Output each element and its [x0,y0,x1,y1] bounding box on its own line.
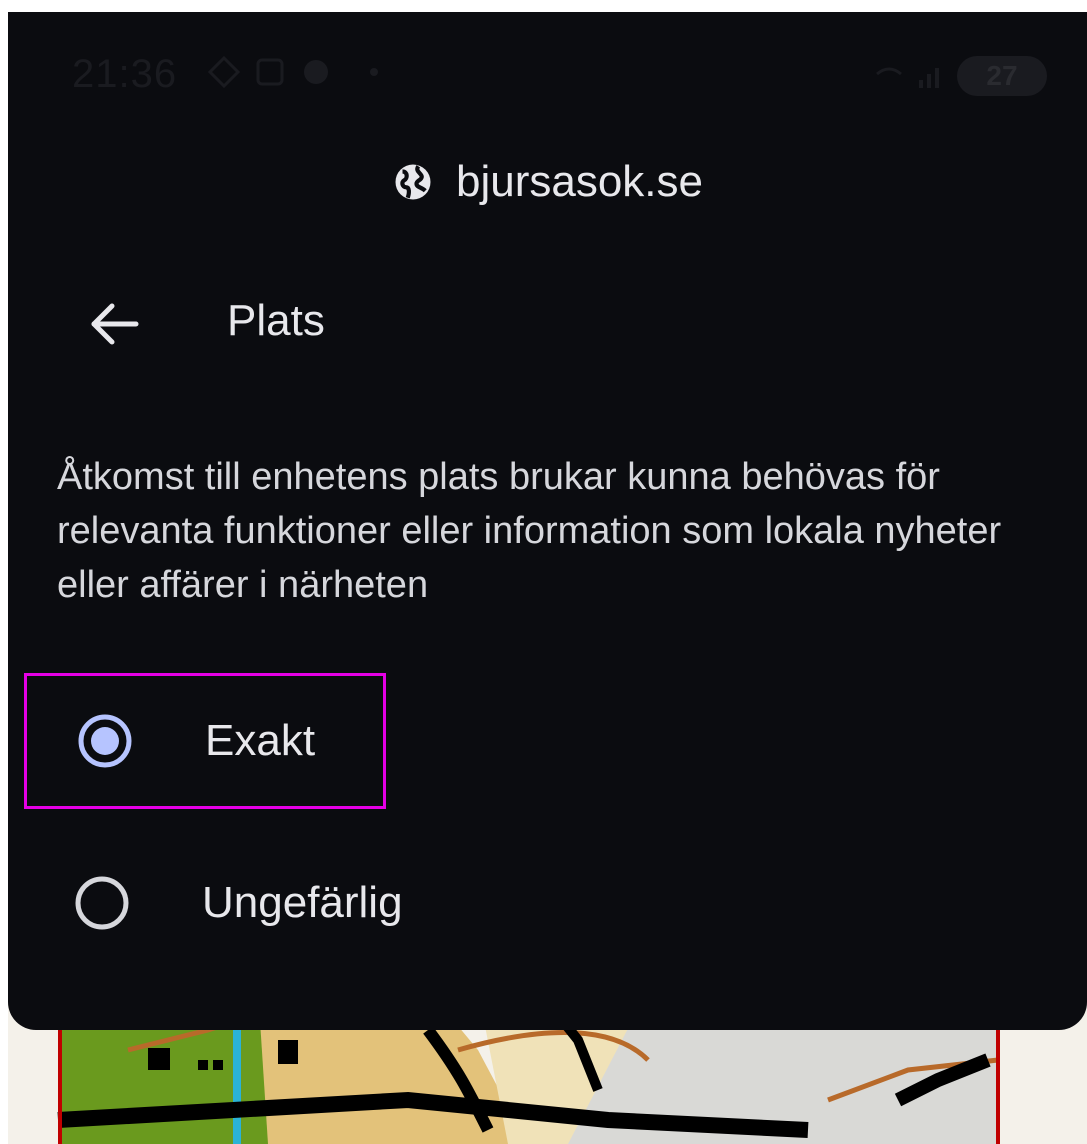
option-ungefarlig-label: Ungefärlig [202,878,403,927]
signal-icon [919,68,939,88]
radio-selected-icon[interactable] [77,713,133,769]
option-exakt-label: Exakt [205,716,316,765]
wifi-icon [876,67,902,76]
half-circle-icon [304,60,328,84]
battery-charging-icon: 27 [957,56,1047,96]
radio-unselected-icon[interactable] [74,875,130,931]
dot-icon [370,68,378,76]
option-ungefarlig[interactable]: Ungefärlig [24,835,624,971]
permission-sheet: bjursasok.se Plats Åtkomst till enhetens… [8,100,1087,1030]
header-row: Plats [8,290,1087,360]
option-exakt[interactable]: Exakt [24,673,386,809]
site-row: bjursasok.se [8,152,1087,212]
page-title: Plats [227,296,325,345]
status-icons-left [208,56,378,88]
top-strip [0,0,1087,12]
back-arrow-icon [91,303,139,345]
site-domain: bjursasok.se [455,157,703,206]
description-text: Åtkomst till enhetens plats brukar kunna… [57,456,1002,606]
status-bar: 21:36 27 [8,12,1087,107]
globe-icon [395,164,431,200]
screenshot-icon [256,58,284,86]
screen: 21:36 27 bjursasok.se Plats Åtkomst till… [0,0,1087,1144]
status-time: 21:36 [72,52,178,96]
back-button[interactable] [80,296,144,352]
status-icons-right: 27 [873,56,1047,96]
diamond-grid-icon [208,56,240,88]
battery-level: 27 [986,60,1018,91]
